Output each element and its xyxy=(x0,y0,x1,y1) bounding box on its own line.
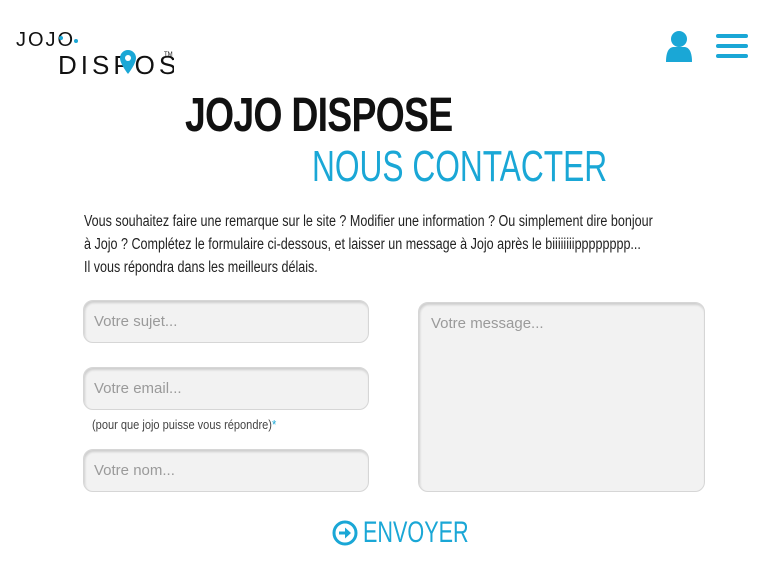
intro-text: Vous souhaitez faire une remarque sur le… xyxy=(84,210,700,279)
send-label: ENVOYER xyxy=(363,516,469,549)
intro-line: à Jojo ? Complétez le formulaire ci-dess… xyxy=(84,236,641,253)
user-icon[interactable] xyxy=(664,30,694,62)
logo[interactable]: JOJO DISPOSE TM xyxy=(14,26,198,80)
send-button[interactable]: ENVOYER xyxy=(332,514,510,552)
page-subtitle: NOUS CONTACTER xyxy=(312,142,608,191)
intro-line: Il vous répondra dans les meilleurs déla… xyxy=(84,259,318,276)
svg-text:TM: TM xyxy=(164,52,173,58)
logo-line2: DISPOSE xyxy=(58,50,174,78)
email-hint-text: (pour que jojo puisse vous répondre) xyxy=(92,417,272,432)
logo-graphic: JOJO DISPOSE TM xyxy=(16,29,198,80)
email-hint: (pour que jojo puisse vous répondre)* xyxy=(92,417,276,432)
page-title: JOJO DISPOSE xyxy=(185,89,453,142)
header: JOJO DISPOSE TM xyxy=(0,0,768,90)
logo-line1: JOJO xyxy=(16,29,75,51)
required-mark: * xyxy=(271,417,277,432)
logo-eye-left xyxy=(59,36,63,40)
subject-input[interactable] xyxy=(83,300,369,343)
logo-eye-right xyxy=(74,39,78,43)
email-input[interactable] xyxy=(83,367,369,410)
intro-line: Vous souhaitez faire une remarque sur le… xyxy=(84,213,653,230)
arrow-circle-right-icon xyxy=(332,520,358,546)
message-textarea[interactable] xyxy=(418,302,705,492)
hamburger-menu-icon[interactable] xyxy=(716,34,748,58)
name-input[interactable] xyxy=(83,449,369,492)
